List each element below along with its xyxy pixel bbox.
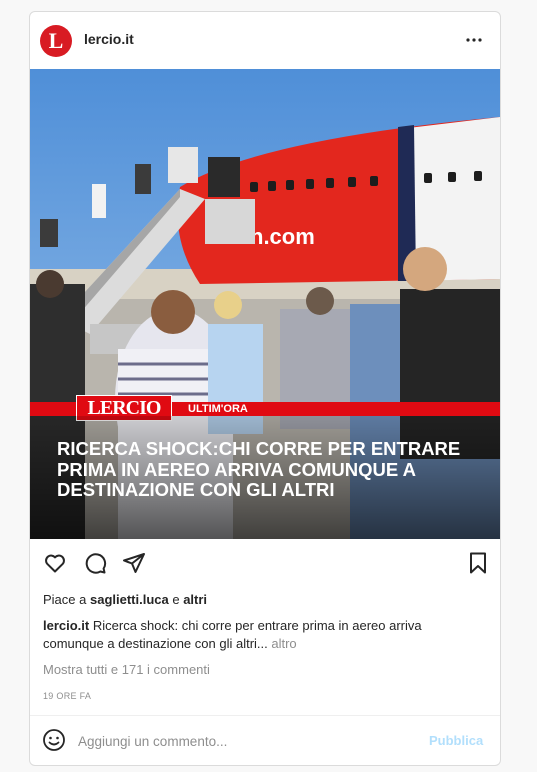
comment-icon[interactable] [83,551,107,575]
likes-line: Piace a saglietti.luca e altri [43,592,207,607]
post-timestamp[interactable]: 19 ORE FA [43,691,91,701]
avatar[interactable]: L [40,25,72,57]
likes-prefix: Piace a [43,592,90,607]
more-options-icon[interactable] [462,28,486,52]
liker-username[interactable]: saglietti.luca [90,592,169,607]
post-image[interactable]: n.com LERCIO ULTIM'ORA RICERCA SHOCK:CHI… [30,69,500,539]
heart-icon[interactable] [43,551,67,575]
divider [30,715,500,716]
likes-others-link[interactable]: altri [183,592,207,607]
likes-middle: e [168,592,184,607]
plane-livery-text: n.com [250,224,315,249]
caption: lercio.it Ricerca shock: chi corre per e… [43,617,473,653]
action-bar [30,539,500,587]
post-card: L lercio.it n.com LERCIO ULTIM'ORA RICER… [29,11,501,766]
emoji-icon[interactable] [42,728,66,752]
view-all-comments-link[interactable]: Mostra tutti e 171 i commenti [43,662,210,677]
username[interactable]: lercio.it [84,31,134,47]
avatar-logo-letter: L [48,28,64,53]
share-icon[interactable] [122,551,146,575]
caption-text: Ricerca shock: chi corre per entrare pri… [43,618,422,651]
image-headline: RICERCA SHOCK:CHI CORRE PER ENTRARE PRIM… [57,438,461,500]
caption-username[interactable]: lercio.it [43,618,89,633]
breaking-news-label: ULTIM'ORA [188,403,248,415]
comment-input[interactable] [78,731,418,751]
publish-button[interactable]: Pubblica [429,733,483,748]
post-header: L lercio.it [30,12,500,69]
bookmark-icon[interactable] [466,551,490,575]
caption-more-link[interactable]: altro [268,636,296,651]
